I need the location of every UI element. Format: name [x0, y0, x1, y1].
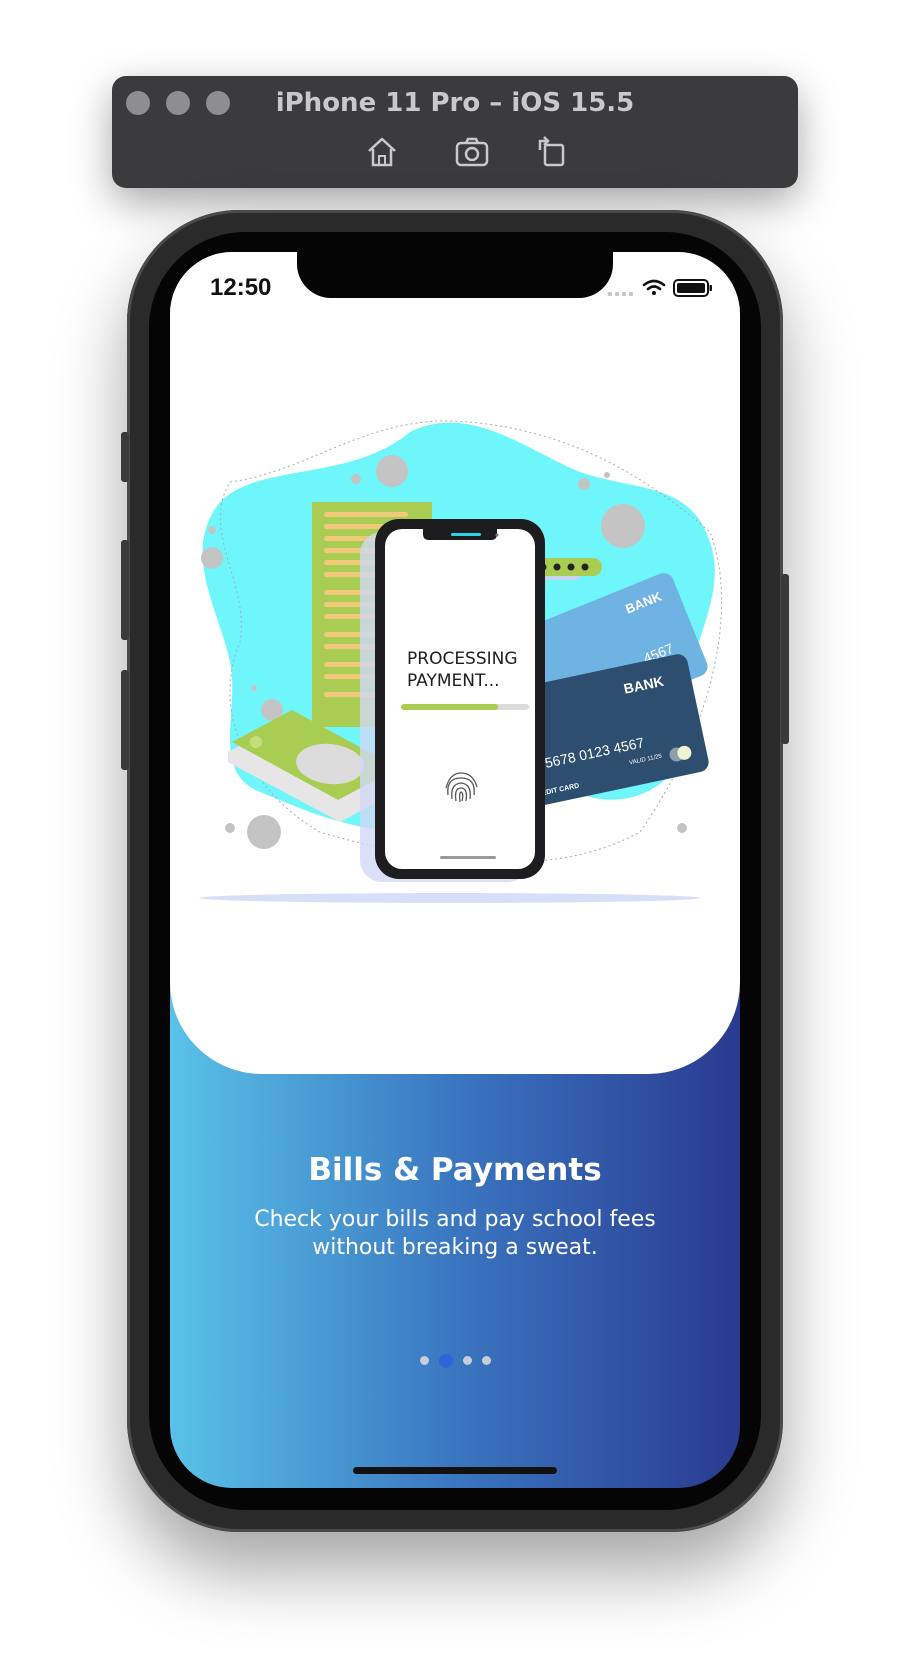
svg-text:PROCESSING: PROCESSING	[407, 649, 518, 669]
page-dot-active[interactable]	[438, 1353, 453, 1368]
page-dot[interactable]	[481, 1356, 491, 1365]
decor-bubble	[376, 455, 408, 487]
onboarding-subtitle: Check your bills and pay school fees wit…	[254, 1207, 656, 1260]
progress-fill	[401, 704, 499, 710]
mute-switch	[121, 432, 129, 482]
status-time: 12:50	[210, 274, 272, 301]
svg-text:PAYMENT...: PAYMENT...	[407, 671, 500, 691]
volume-down-button	[121, 670, 129, 770]
signal-icon	[608, 292, 633, 296]
page-indicator[interactable]	[170, 1352, 740, 1368]
volume-up-button	[121, 540, 129, 640]
rotate-icon[interactable]	[532, 132, 572, 172]
home-indicator[interactable]	[353, 1467, 557, 1474]
status-icons	[608, 276, 718, 300]
payment-illustration: BANK 4567 BANK 34 5678 0123 4567 VALID 1…	[170, 412, 740, 922]
battery-icon	[673, 279, 712, 297]
page-dot[interactable]	[419, 1356, 429, 1365]
power-button	[781, 574, 789, 744]
onboarding-title: Bills & Payments	[308, 1152, 602, 1188]
simulator-title-bar: iPhone 11 Pro – iOS 15.5	[112, 76, 798, 188]
page-dot[interactable]	[462, 1356, 472, 1365]
wifi-icon	[642, 279, 666, 295]
home-icon[interactable]	[362, 132, 402, 172]
phone-graphic: PROCESSING PAYMENT...	[375, 519, 545, 879]
simulator-title: iPhone 11 Pro – iOS 15.5	[275, 88, 635, 118]
screenshot-icon[interactable]	[452, 132, 492, 172]
notch	[297, 252, 613, 298]
app-screen[interactable]: 12:50 BANK 4567 BANK 34 5678 0123 4567 V…	[170, 252, 740, 1488]
